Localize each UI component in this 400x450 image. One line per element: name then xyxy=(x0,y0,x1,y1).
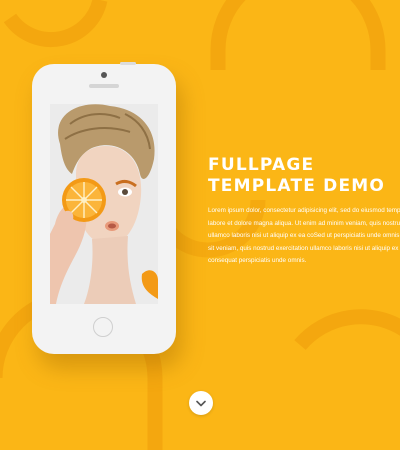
phone-camera xyxy=(101,72,107,78)
phone-mockup xyxy=(32,62,176,354)
page-title: FULLPAGE TEMPLATE DEMO xyxy=(208,155,400,197)
woman-holding-orange-slice-photo xyxy=(50,104,158,304)
chevron-down-icon xyxy=(196,400,206,406)
phone-home-button xyxy=(93,317,113,337)
hero-description: Lorem ipsum dolor, consectetur adipisici… xyxy=(208,207,400,264)
phone-screen-image xyxy=(50,104,158,304)
title-line-2: TEMPLATE DEMO xyxy=(208,176,386,196)
title-line-1: FULLPAGE xyxy=(208,155,315,175)
phone-speaker xyxy=(89,84,119,88)
scroll-down-button[interactable] xyxy=(189,391,213,415)
phone-side-button xyxy=(120,62,136,65)
hero-content: FULLPAGE TEMPLATE DEMO Lorem ipsum dolor… xyxy=(208,155,400,275)
